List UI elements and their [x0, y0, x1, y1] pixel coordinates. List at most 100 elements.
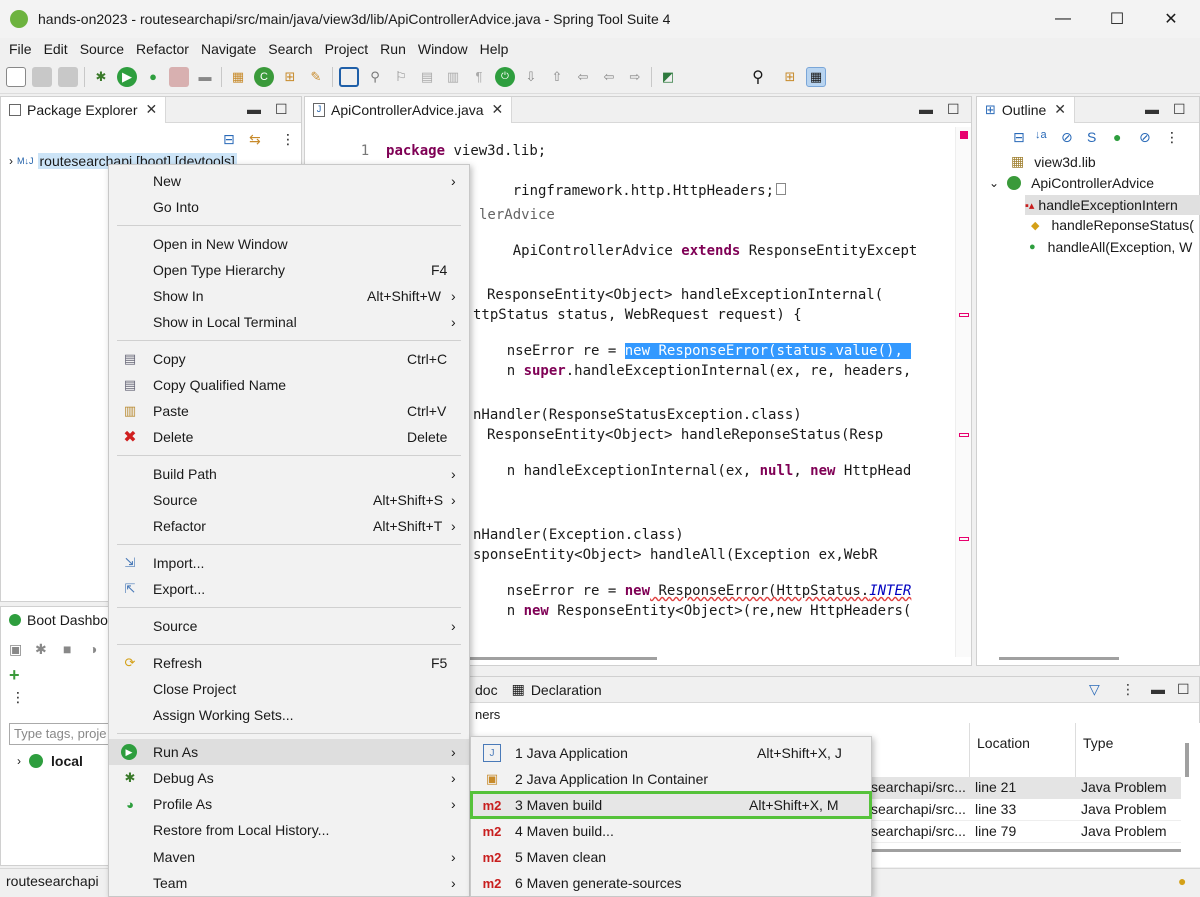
view-menu-icon[interactable]: ⋮	[1165, 129, 1181, 146]
close-icon[interactable]: ✕	[146, 101, 158, 118]
local-tree-item[interactable]: › local	[17, 753, 83, 769]
lightbulb-icon[interactable]: ●	[1178, 873, 1186, 889]
menu-edit[interactable]: Edit	[44, 41, 68, 57]
boot-dashboard-icon[interactable]: ⏻	[495, 66, 515, 87]
tab-boot-dashboard[interactable]: Boot Dashbo	[1, 606, 117, 633]
back-icon[interactable]: ⇦	[599, 67, 619, 87]
menu-item-restore-local-history[interactable]: Restore from Local History...	[109, 817, 469, 843]
vertical-scrollbar[interactable]	[1185, 743, 1189, 777]
code-line-annotation[interactable]: lerAdvice	[479, 207, 555, 223]
pin-icon[interactable]: ⚲	[365, 67, 385, 87]
tab-javadoc[interactable]: doc	[475, 682, 498, 698]
open-perspective-icon[interactable]: ◩	[658, 67, 678, 87]
menu-item-refactor[interactable]: Refactor Alt+Shift+T ›	[109, 513, 469, 539]
expand-arrow-icon[interactable]: ›	[17, 754, 21, 768]
menu-item-maven[interactable]: Maven ›	[109, 844, 469, 870]
disconnect-icon[interactable]: ▬	[195, 67, 215, 87]
menu-item-debug-as[interactable]: ✱ Debug As ›	[109, 765, 469, 791]
search-tool-icon[interactable]: ✎	[306, 67, 326, 87]
save-all-icon[interactable]	[58, 66, 78, 87]
menu-item-delete[interactable]: ✖ Delete Delete	[109, 424, 469, 450]
menu-item-assign-working-sets[interactable]: Assign Working Sets...	[109, 702, 469, 728]
menu-window[interactable]: Window	[418, 41, 468, 57]
warning-marker-icon[interactable]	[959, 433, 969, 437]
minimize-view-icon[interactable]: ▬	[1151, 681, 1165, 697]
menu-item-open-type-hierarchy[interactable]: Open Type Hierarchy F4	[109, 257, 469, 283]
overview-ruler[interactable]	[955, 127, 971, 657]
tab-api-controller-advice[interactable]: J ApiControllerAdvice.java ✕	[305, 96, 513, 123]
last-edit-icon[interactable]: ⇦	[573, 67, 593, 87]
menu-item-open-in-new-window[interactable]: Open in New Window	[109, 231, 469, 257]
sort-icon[interactable]: ↓a	[1035, 129, 1061, 146]
debug-icon[interactable]: ✱	[35, 641, 47, 658]
menu-source[interactable]: Source	[80, 41, 124, 57]
menu-item-source[interactable]: Source Alt+Shift+S ›	[109, 487, 469, 513]
maximize-view-icon[interactable]: ☐	[1173, 101, 1186, 118]
submenu-item-maven-build-dialog[interactable]: m2 4 Maven build...	[471, 818, 871, 844]
minimize-button[interactable]: —	[1040, 0, 1086, 38]
debug-icon[interactable]: ✱	[91, 67, 111, 87]
stop-icon[interactable]: ■	[63, 641, 71, 657]
search-icon[interactable]: ⚲	[748, 67, 768, 87]
chevron-down-icon[interactable]: ⌄	[989, 176, 999, 190]
column-divider[interactable]	[1075, 723, 1076, 777]
open-browser-icon[interactable]: ◑	[89, 641, 97, 657]
outline-item-method[interactable]: ▪▴ handleExceptionIntern	[1025, 195, 1200, 215]
view-menu-icon[interactable]: ⋮	[1121, 681, 1135, 698]
menu-navigate[interactable]: Navigate	[201, 41, 256, 57]
menu-item-source-2[interactable]: Source ›	[109, 613, 469, 639]
column-header-location[interactable]: Location	[977, 735, 1030, 751]
horizontal-scrollbar[interactable]	[871, 849, 1181, 852]
menu-help[interactable]: Help	[480, 41, 509, 57]
code-line-m2-return[interactable]: n handleExceptionInternal(ex, null, new …	[473, 447, 912, 495]
outline-item-method[interactable]: ● handleAll(Exception, W	[1029, 239, 1200, 255]
menu-item-show-in[interactable]: Show In Alt+Shift+W ›	[109, 283, 469, 309]
code-line-m3-sig[interactable]: sponseEntity<Object> handleAll(Exception…	[473, 547, 878, 563]
maximize-view-icon[interactable]: ☐	[1177, 681, 1190, 698]
open-type-icon[interactable]: ⊞	[280, 67, 300, 87]
run-external-icon[interactable]: ●	[143, 67, 163, 87]
filter-icon[interactable]: ▽	[1089, 681, 1100, 698]
code-line-class[interactable]: ApiControllerAdvice extends ResponseEnti…	[479, 227, 918, 275]
menu-item-profile-as[interactable]: ◕ Profile As ›	[109, 791, 469, 817]
maximize-button[interactable]: ☐	[1094, 0, 1140, 38]
add-icon[interactable]: +	[9, 665, 20, 686]
spring-perspective-icon[interactable]: ▦	[806, 66, 826, 87]
menu-item-refresh[interactable]: ⟳ Refresh F5	[109, 650, 469, 676]
menu-item-build-path[interactable]: Build Path ›	[109, 461, 469, 487]
horizontal-scrollbar[interactable]	[999, 657, 1119, 660]
code-line-m2-sig[interactable]: ResponseEntity<Object> handleReponseStat…	[487, 427, 883, 443]
close-icon[interactable]: ✕	[492, 101, 504, 118]
menu-file[interactable]: File	[9, 41, 32, 57]
previous-annotation-icon[interactable]: ⇧	[547, 67, 567, 87]
block-selection-icon[interactable]: ▥	[443, 67, 463, 87]
error-marker-icon[interactable]	[960, 131, 968, 139]
word-wrap-icon[interactable]: ▤	[417, 67, 437, 87]
next-annotation-icon[interactable]: ⇩	[521, 67, 541, 87]
table-row[interactable]: searchapi/src... line 79 Java Problem	[871, 821, 1181, 843]
filter-input[interactable]: Type tags, proje	[9, 723, 109, 745]
view-menu-icon[interactable]: ⋮	[281, 131, 295, 148]
expand-arrow-icon[interactable]: ›	[9, 154, 13, 168]
menu-item-copy-qualified-name[interactable]: ▤ Copy Qualified Name	[109, 372, 469, 398]
new-icon[interactable]	[6, 66, 26, 87]
menu-project[interactable]: Project	[325, 41, 369, 57]
code-line-m1-return[interactable]: n super.handleExceptionInternal(ex, re, …	[473, 347, 912, 395]
whitespace-icon[interactable]: ¶	[469, 67, 489, 87]
minimize-editor-icon[interactable]: ▬	[919, 101, 933, 117]
run-icon[interactable]: ▶	[117, 66, 137, 87]
menu-item-run-as[interactable]: ▶ Run As ›	[109, 739, 469, 765]
submenu-item-java-application[interactable]: J 1 Java Application Alt+Shift+X, J	[471, 740, 871, 766]
tab-package-explorer[interactable]: Package Explorer ✕	[1, 96, 167, 123]
new-java-class-icon[interactable]: C	[254, 66, 274, 87]
warning-marker-icon[interactable]	[959, 313, 969, 317]
terminal-icon[interactable]	[339, 66, 359, 87]
maximize-editor-icon[interactable]: ☐	[947, 101, 960, 118]
save-icon[interactable]	[32, 66, 52, 87]
java-perspective-icon[interactable]: ⊞	[780, 67, 800, 87]
close-button[interactable]: ✕	[1148, 0, 1194, 38]
tab-declaration[interactable]: Declaration	[531, 682, 602, 698]
hide-local-types-icon[interactable]: ⊘	[1139, 129, 1165, 146]
outline-item-method[interactable]: ◆ handleReponseStatus(	[1031, 217, 1200, 233]
code-line-m2-annotation[interactable]: nHandler(ResponseStatusException.class)	[473, 407, 802, 423]
